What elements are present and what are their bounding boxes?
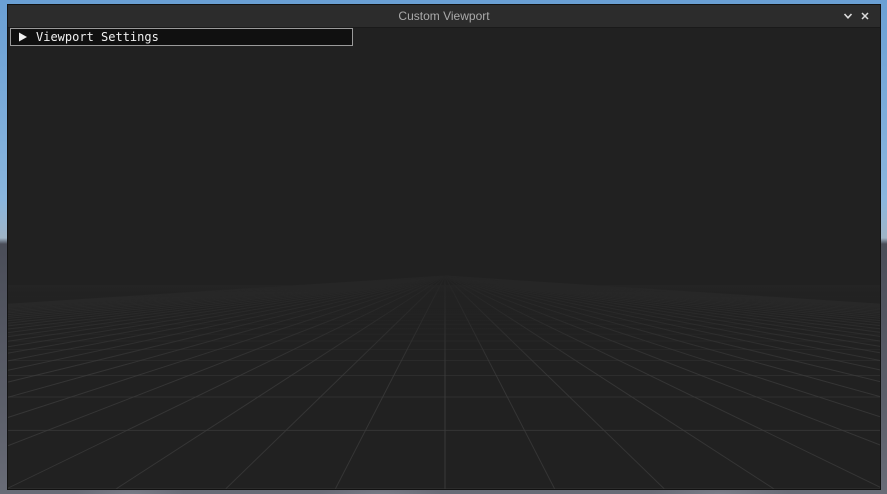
- close-icon: [861, 12, 869, 20]
- collapse-button[interactable]: [840, 8, 856, 24]
- chevron-down-icon: [843, 13, 853, 19]
- window-title: Custom Viewport: [398, 9, 490, 23]
- window-titlebar[interactable]: Custom Viewport: [8, 5, 880, 28]
- triangle-right-icon: [18, 32, 34, 42]
- custom-viewport-window: Custom Viewport Viewport Settings: [7, 4, 881, 490]
- floor-grid: [8, 28, 880, 489]
- viewport-settings-label: Viewport Settings: [36, 30, 159, 44]
- viewport-settings-header[interactable]: Viewport Settings: [10, 28, 353, 46]
- close-button[interactable]: [857, 8, 873, 24]
- viewport-canvas[interactable]: Viewport Settings: [8, 28, 880, 489]
